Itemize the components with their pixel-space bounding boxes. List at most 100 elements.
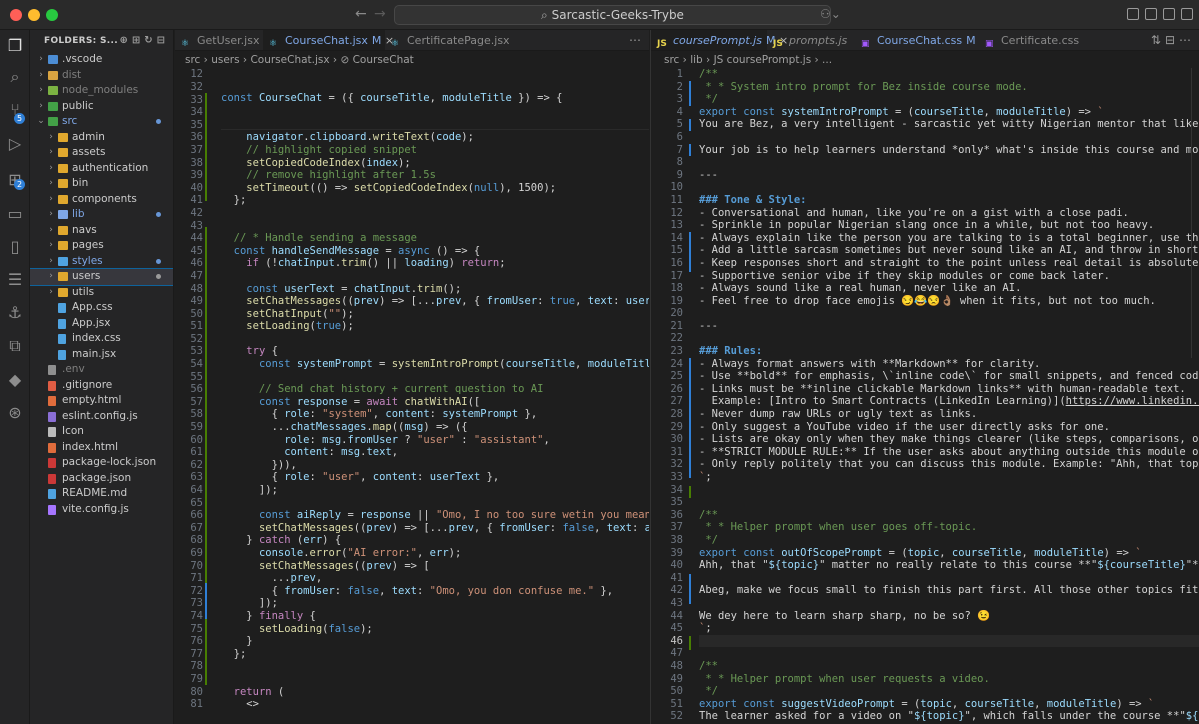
tab-coursechat-css[interactable]: ▣ CourseChat.css M <box>855 30 979 50</box>
minimap-scrollbar[interactable] <box>1191 68 1197 358</box>
code-line[interactable]: ### Rules: <box>699 345 1199 358</box>
code-line[interactable]: return ( <box>221 686 649 699</box>
code-line[interactable]: }; <box>221 194 649 207</box>
code-line[interactable]: - Use **bold** for emphasis, \`inline co… <box>699 370 1199 383</box>
code-line[interactable] <box>699 647 1199 660</box>
code-line[interactable]: } <box>221 635 649 648</box>
tree-file--env[interactable]: .env <box>30 362 173 378</box>
code-line[interactable]: - Only suggest a YouTube video if the us… <box>699 421 1199 434</box>
code-line[interactable]: /** <box>699 68 1199 81</box>
tree-file-app-jsx[interactable]: App.jsx <box>30 316 173 332</box>
more-actions-icon[interactable]: ⋯ <box>629 30 641 50</box>
tree-folder-pages[interactable]: › pages <box>30 238 173 254</box>
tree-file-empty-html[interactable]: empty.html <box>30 393 173 409</box>
code-line[interactable]: ]); <box>221 597 649 610</box>
close-window-button[interactable] <box>10 9 22 21</box>
tree-folder-public[interactable]: › public <box>30 99 173 115</box>
back-arrow-icon[interactable]: ← <box>355 6 367 22</box>
code-line[interactable]: - Feel free to drop face emojis 😏😂😒👌🏽 wh… <box>699 295 1199 308</box>
code-line[interactable] <box>699 634 1199 648</box>
tree-folder-styles[interactable]: › styles <box>30 254 173 270</box>
code-line[interactable] <box>221 371 649 384</box>
right-code[interactable]: /** * * System intro prompt for Bez insi… <box>699 68 1199 723</box>
code-line[interactable]: */ <box>699 93 1199 106</box>
code-line[interactable]: export const suggestVideoPrompt = (topic… <box>699 698 1199 711</box>
code-line[interactable]: navigator.clipboard.writeText(code); <box>221 131 649 144</box>
code-line[interactable]: - Always explain like the person you are… <box>699 232 1199 245</box>
code-line[interactable] <box>221 497 649 510</box>
code-line[interactable] <box>699 332 1199 345</box>
code-line[interactable] <box>221 270 649 283</box>
tab-prompts-js[interactable]: JS prompts.js <box>767 30 855 50</box>
tree-folder--vscode[interactable]: › .vscode <box>30 52 173 68</box>
tree-file-package-json[interactable]: package.json <box>30 471 173 487</box>
code-line[interactable]: We dey here to learn sharp sharp, no be … <box>699 610 1199 623</box>
code-line[interactable] <box>699 307 1199 320</box>
code-line[interactable]: }; <box>221 648 649 661</box>
code-line[interactable]: export const systemIntroPrompt = (course… <box>699 106 1199 119</box>
code-line[interactable]: })), <box>221 459 649 472</box>
code-line[interactable]: */ <box>699 534 1199 547</box>
code-line[interactable]: --- <box>699 169 1199 182</box>
code-line[interactable]: if (!chatInput.trim() || loading) return… <box>221 257 649 270</box>
run-debug-icon[interactable]: ▷ <box>5 134 25 154</box>
tree-file-main-jsx[interactable]: main.jsx <box>30 347 173 363</box>
code-line[interactable]: } catch (err) { <box>221 534 649 547</box>
tab-courseprompt-js[interactable]: JS coursePrompt.js M × <box>651 30 788 50</box>
right-editor[interactable]: 1 2 3 4 5 6 7 8 9 10 11 12 13 14 15 16 17 18 19 20 21 22 23 24 2… <box>651 68 1199 724</box>
tree-folder-src[interactable]: ⌄ src <box>30 114 173 130</box>
code-line[interactable]: console.error("AI error:", err); <box>221 547 649 560</box>
code-line[interactable]: setLoading(true); <box>221 320 649 333</box>
code-line[interactable]: - Keep responses short and straight to t… <box>699 257 1199 270</box>
code-line[interactable]: Example: [Intro to Smart Contracts (Link… <box>699 395 1199 408</box>
tree-file-package-lock-json[interactable]: package-lock.json <box>30 455 173 471</box>
command-center-search[interactable]: ⌕ Sarcastic-Geeks-Trybe <box>394 5 831 25</box>
code-line[interactable]: Your job is to help learners understand … <box>699 144 1199 157</box>
forward-arrow-icon[interactable]: → <box>374 6 386 22</box>
tree-folder-users[interactable]: › users <box>30 268 173 286</box>
code-line[interactable]: - Always sound like a real human, never … <box>699 282 1199 295</box>
code-line[interactable]: ...prev, <box>221 572 649 585</box>
tree-folder-node-modules[interactable]: › node_modules <box>30 83 173 99</box>
code-line[interactable]: const systemPrompt = systemIntroPrompt(c… <box>221 358 649 371</box>
code-line[interactable]: - Always format answers with **Markdown*… <box>699 358 1199 371</box>
code-line[interactable]: Abeg, make we focus small to finish this… <box>699 584 1199 597</box>
code-line[interactable]: // remove highlight after 1.5s <box>221 169 649 182</box>
outline-icon[interactable]: ☰ <box>5 270 25 290</box>
tree-folder-navs[interactable]: › navs <box>30 223 173 239</box>
code-line[interactable]: `; <box>699 471 1199 484</box>
explorer-icon[interactable]: ❐ <box>5 36 25 56</box>
tree-folder-assets[interactable]: › assets <box>30 145 173 161</box>
code-line[interactable]: setChatMessages((prev) => [ <box>221 560 649 573</box>
code-line[interactable]: * * Helper prompt when user goes off-top… <box>699 521 1199 534</box>
code-line[interactable]: --- <box>699 320 1199 333</box>
code-line[interactable]: Ahh, that "${topic}" matter no really re… <box>699 559 1199 572</box>
tree-file-icon[interactable]: Icon <box>30 424 173 440</box>
code-line[interactable]: `; <box>699 622 1199 635</box>
code-line[interactable] <box>699 131 1199 144</box>
code-line[interactable]: content: msg.text, <box>221 446 649 459</box>
tree-folder-components[interactable]: › components <box>30 192 173 208</box>
device-icon[interactable]: ▯ <box>5 237 25 257</box>
code-line[interactable]: - **STRICT MODULE RULE:** If the user as… <box>699 446 1199 459</box>
code-line[interactable]: { role: "user", content: userText }, <box>221 471 649 484</box>
code-line[interactable]: /** <box>699 660 1199 673</box>
code-line[interactable]: <> <box>221 698 649 711</box>
code-line[interactable]: { fromUser: false, text: "Omo, you don c… <box>221 585 649 598</box>
code-line[interactable]: - Supportive senior vibe if they skip mo… <box>699 270 1199 283</box>
minimize-window-button[interactable] <box>28 9 40 21</box>
code-line[interactable] <box>221 333 649 346</box>
code-line[interactable]: */ <box>699 685 1199 698</box>
search-icon[interactable]: ⌕ <box>5 67 25 87</box>
code-line[interactable]: // * Handle sending a message <box>221 232 649 245</box>
tab-certificatepage-jsx[interactable]: ⚛ CertificatePage.jsx <box>385 30 510 50</box>
code-line[interactable]: // Send chat history + current question … <box>221 383 649 396</box>
code-line[interactable] <box>699 181 1199 194</box>
code-line[interactable] <box>221 673 649 686</box>
tree-file-vite-config-js[interactable]: vite.config.js <box>30 502 173 518</box>
tree-folder-lib[interactable]: › lib <box>30 207 173 223</box>
code-line[interactable]: setChatInput(""); <box>221 308 649 321</box>
code-line[interactable]: setChatMessages((prev) => [...prev, { fr… <box>221 295 649 308</box>
tree-file-index-html[interactable]: index.html <box>30 440 173 456</box>
code-line[interactable]: - Lists are okay only when they make thi… <box>699 433 1199 446</box>
